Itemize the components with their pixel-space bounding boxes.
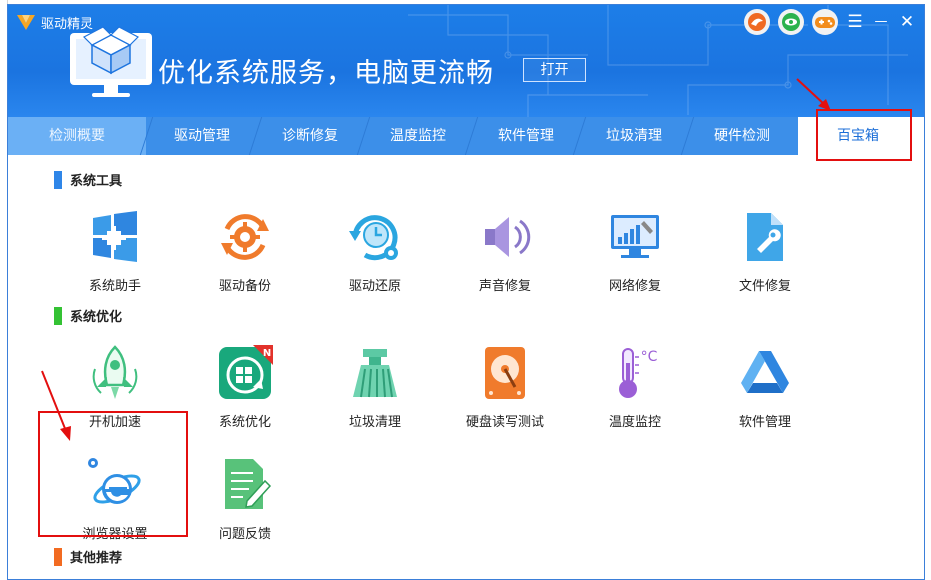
section-title-text: 系统优化 (70, 310, 123, 325)
feedback-document-icon (225, 459, 272, 509)
tool-label: 问题反馈 (218, 527, 271, 542)
bird-icon[interactable] (744, 9, 770, 35)
section-other-recommend: 其他推荐 (54, 547, 122, 566)
banner-headline: 优化系统服务，电脑更流畅 (158, 58, 494, 89)
section-title-text: 其他推荐 (70, 551, 123, 566)
tool-label: 声音修复 (478, 279, 531, 294)
header-banner: 驱动精灵 ☰ — ✕ 优化系统服务，电脑更流畅 打开 (8, 5, 924, 117)
tab-overview[interactable]: 检测概要 (8, 117, 146, 155)
tool-label: 硬盘读写测试 (465, 415, 544, 430)
driver-backup-icon (221, 214, 269, 260)
highlight-box-toolbox (816, 109, 912, 161)
tool-system-optimize[interactable]: N 系统优化 (190, 345, 300, 430)
tool-label: 垃圾清理 (348, 415, 401, 430)
gamepad-icon[interactable] (812, 9, 838, 35)
section-title-text: 系统工具 (70, 174, 123, 189)
tab-diagnose-repair[interactable]: 诊断修复 (256, 117, 364, 155)
open-button[interactable]: 打开 (523, 58, 586, 82)
tool-temperature-monitor[interactable]: °C 温度监控 (580, 345, 690, 430)
tool-software-manage[interactable]: 软件管理 (710, 345, 820, 430)
tab-software-manage[interactable]: 软件管理 (472, 117, 580, 155)
file-repair-icon (747, 213, 783, 261)
rocket-icon (92, 345, 138, 399)
tool-label: 系统助手 (88, 279, 141, 294)
tab-junk-clean[interactable]: 垃圾清理 (580, 117, 688, 155)
top-right-toolbar: ☰ — ✕ (744, 9, 916, 35)
tool-network-repair[interactable]: 网络修复 (580, 209, 690, 294)
tool-feedback[interactable]: 问题反馈 (190, 457, 300, 542)
driver-genius-logo (17, 15, 35, 30)
menu-button[interactable]: ☰ (846, 12, 864, 32)
driver-genius-window: 驱动精灵 ☰ — ✕ 优化系统服务，电脑更流畅 打开 检测概要 驱动管理 诊断修… (7, 4, 925, 580)
hard-disk-icon (485, 347, 525, 399)
speaker-icon (485, 217, 531, 257)
minimize-button[interactable]: — (872, 12, 890, 32)
tool-label: 文件修复 (738, 279, 791, 294)
tool-driver-restore[interactable]: 驱动还原 (320, 209, 430, 294)
tool-label: 温度监控 (608, 415, 661, 430)
tool-system-assistant[interactable]: 系统助手 (60, 209, 170, 294)
tool-driver-backup[interactable]: 驱动备份 (190, 209, 300, 294)
tool-sound-repair[interactable]: 声音修复 (450, 209, 560, 294)
tool-label: 系统优化 (218, 415, 271, 430)
section-marker (54, 170, 62, 189)
driver-restore-icon (349, 215, 398, 261)
section-marker (54, 306, 62, 325)
tool-label: 驱动备份 (218, 279, 271, 294)
main-tab-bar: 检测概要 驱动管理 诊断修复 温度监控 软件管理 垃圾清理 硬件检测 百宝箱 (8, 117, 924, 155)
tool-file-repair[interactable]: 文件修复 (710, 209, 820, 294)
close-button[interactable]: ✕ (898, 12, 916, 32)
tool-junk-clean[interactable]: 垃圾清理 (320, 345, 430, 430)
tool-label: 驱动还原 (348, 279, 401, 294)
section-system-optimize: 系统优化 (54, 306, 122, 325)
section-marker (54, 547, 62, 566)
tool-label: 软件管理 (738, 415, 791, 430)
section-system-tools: 系统工具 (54, 170, 122, 189)
arrow-to-toolbox (796, 78, 831, 111)
tab-driver-manage[interactable]: 驱动管理 (148, 117, 256, 155)
broom-icon (353, 349, 397, 398)
tab-hardware-check[interactable]: 硬件检测 (688, 117, 796, 155)
tab-temperature[interactable]: 温度监控 (364, 117, 472, 155)
eye-icon[interactable] (778, 9, 804, 35)
monitor-box-illustration (70, 26, 152, 97)
windows-assistant-icon (93, 211, 137, 262)
thermometer-icon: °C (619, 348, 658, 398)
software-manage-icon (741, 351, 789, 393)
network-monitor-icon (611, 215, 659, 258)
tool-label: 网络修复 (608, 279, 661, 294)
celsius-label: °C (641, 349, 658, 365)
system-optimize-icon: N (219, 345, 273, 399)
arrow-to-browser-settings (41, 370, 71, 441)
tool-disk-rw-test[interactable]: 硬盘读写测试 (450, 345, 560, 430)
new-badge: N (263, 348, 271, 359)
